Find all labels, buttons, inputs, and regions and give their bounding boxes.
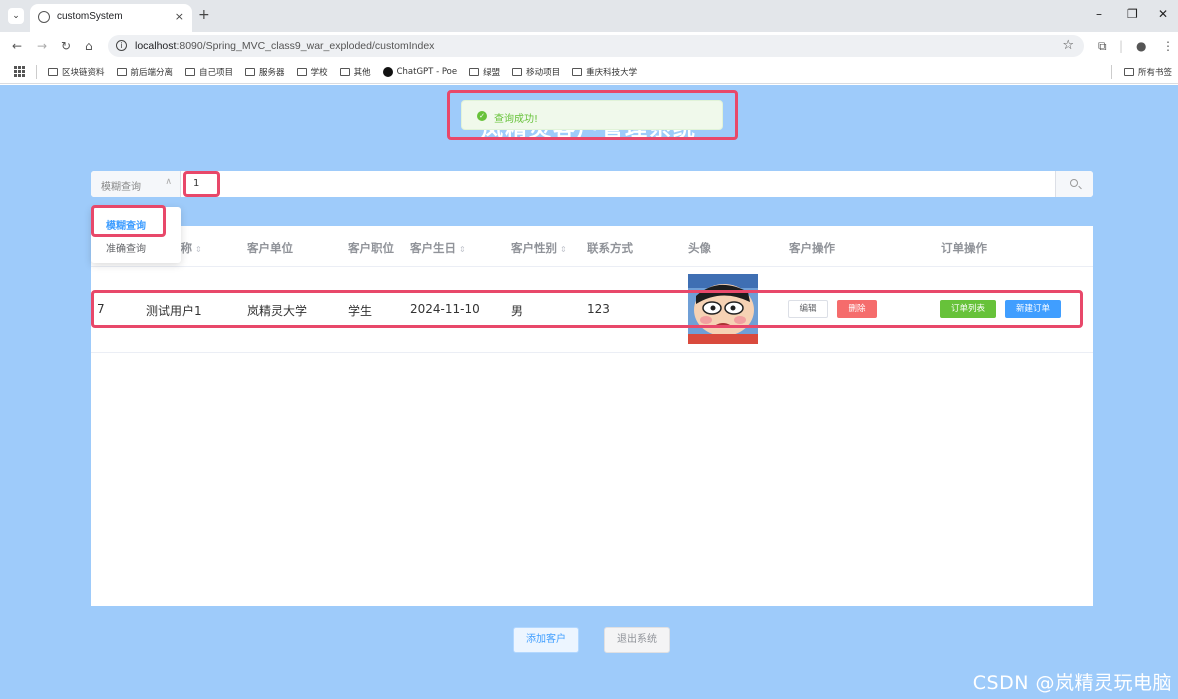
menu-dots-icon[interactable]: ⋮: [1162, 39, 1174, 53]
bookmark-star-icon[interactable]: ☆: [1062, 38, 1074, 53]
column-header-customer-actions: 客户操作: [789, 241, 835, 255]
avatar: [688, 274, 758, 344]
cell-birthday: 2024-11-10: [410, 302, 480, 316]
new-order-button[interactable]: 新建订单: [1005, 300, 1061, 318]
row-divider: [91, 352, 1093, 353]
chatgpt-icon: [382, 67, 393, 77]
header-divider: [91, 266, 1093, 267]
cell-phone: 123: [587, 302, 610, 316]
check-circle-icon: ✓: [477, 111, 487, 121]
folder-icon: [469, 68, 480, 76]
edit-button[interactable]: 编辑: [788, 300, 828, 318]
folder-icon: [1123, 68, 1134, 76]
search-icon: [1070, 179, 1078, 187]
folder-icon: [245, 68, 256, 76]
folder-icon: [116, 68, 127, 76]
sort-icon: ⇕: [560, 245, 567, 254]
new-tab-button[interactable]: +: [198, 8, 210, 22]
column-header-birthday[interactable]: 客户生日 ⇕: [410, 240, 466, 256]
watermark: CSDN @岚精灵玩电脑: [972, 672, 1172, 694]
bookmark-item[interactable]: 移动项目: [512, 66, 560, 78]
page-viewport: 岚精灵客户管理系统 ✓ 查询成功! 模糊查询 ∧ 1 客户名称⇕ 客户单位 客户…: [0, 85, 1178, 699]
exit-system-button[interactable]: 退出系统: [604, 627, 670, 653]
delete-button[interactable]: 删除: [837, 300, 877, 318]
column-header-order-actions: 订单操作: [941, 241, 987, 255]
column-header-gender[interactable]: 客户性别 ⇕: [511, 240, 567, 256]
bookmarks-divider: [36, 65, 37, 79]
bookmark-item[interactable]: 自己项目: [185, 66, 233, 78]
folder-icon: [296, 68, 307, 76]
bookmark-item[interactable]: 前后端分离: [116, 66, 173, 78]
browser-toolbar: ← → ↻ ⌂ i localhost:8090/Spring_MVC_clas…: [0, 32, 1178, 60]
all-bookmarks-button[interactable]: 所有书签: [1123, 66, 1172, 78]
cell-position: 学生: [348, 304, 373, 318]
bookmarks-bar: 区块链资料 前后端分离 自己项目 服务器 学校 其他 ChatGPT - Poe…: [0, 60, 1178, 84]
column-header-position: 客户职位: [348, 241, 394, 255]
toolbar-divider: |: [1119, 39, 1124, 53]
bookmark-item[interactable]: 重庆科技大学: [572, 66, 637, 78]
bookmark-item[interactable]: ChatGPT - Poe: [382, 66, 457, 78]
cell-name: 测试用户1: [146, 304, 202, 318]
search-mode-select[interactable]: 模糊查询 ∧: [91, 171, 181, 197]
site-info-icon[interactable]: i: [116, 40, 127, 51]
column-header-phone: 联系方式: [587, 241, 633, 255]
search-bar: 模糊查询 ∧ 1: [91, 171, 1093, 197]
bookmark-item[interactable]: 其他: [339, 66, 371, 78]
folder-icon: [185, 68, 196, 76]
search-button[interactable]: [1055, 171, 1093, 197]
search-mode-dropdown: 模糊查询 准确查询: [91, 207, 181, 263]
forward-arrow-icon[interactable]: →: [37, 39, 47, 53]
cell-gender: 男: [511, 304, 524, 318]
bookmark-item[interactable]: 绿盟: [469, 66, 500, 78]
tab-title: customSystem: [57, 11, 123, 22]
sort-icon: ⇕: [195, 245, 202, 254]
globe-icon: [38, 11, 50, 23]
bookmark-list: 区块链资料 前后端分离 自己项目 服务器 学校 其他 ChatGPT - Poe…: [48, 66, 637, 78]
address-bar[interactable]: i localhost:8090/Spring_MVC_class9_war_e…: [108, 35, 1084, 57]
dropdown-option-exact[interactable]: 准确查询: [106, 240, 146, 255]
search-input[interactable]: 1: [193, 178, 199, 189]
apps-grid-icon[interactable]: [14, 66, 25, 77]
close-window-button[interactable]: ✕: [1158, 7, 1168, 21]
search-mode-value: 模糊查询: [101, 182, 141, 193]
minimize-button[interactable]: –: [1096, 7, 1102, 21]
cell-id: 7: [97, 302, 105, 316]
tab-close-icon[interactable]: ×: [175, 10, 184, 23]
restore-button[interactable]: ❐: [1127, 7, 1138, 21]
bookmark-item[interactable]: 服务器: [245, 66, 285, 78]
column-header-unit: 客户单位: [247, 241, 293, 255]
tab-search-button[interactable]: ⌄: [8, 8, 24, 24]
cell-unit: 岚精灵大学: [247, 304, 308, 318]
column-header-avatar: 头像: [688, 241, 711, 255]
sort-icon: ⇕: [459, 245, 466, 254]
tab-bar: ⌄ customSystem × + – ❐ ✕: [0, 0, 1178, 32]
browser-tab[interactable]: customSystem ×: [30, 4, 192, 32]
toast-message: 查询成功!: [494, 114, 539, 125]
url-text[interactable]: localhost:8090/Spring_MVC_class9_war_exp…: [135, 40, 434, 52]
back-arrow-icon[interactable]: ←: [12, 39, 22, 53]
customer-table: 客户名称⇕ 客户单位 客户职位 客户生日⇕ 客户性别⇕ 联系方式 头像 客户操作…: [91, 226, 1093, 606]
bookmark-item[interactable]: 学校: [296, 66, 328, 78]
success-toast: ✓ 查询成功!: [461, 100, 723, 130]
reload-icon[interactable]: ↻: [61, 39, 71, 53]
folder-icon: [512, 68, 523, 76]
extensions-icon[interactable]: ⧉: [1098, 39, 1107, 53]
folder-icon: [48, 68, 58, 76]
folder-icon: [572, 68, 583, 76]
bookmark-item[interactable]: 区块链资料: [48, 66, 105, 78]
profile-icon[interactable]: ●: [1136, 39, 1146, 53]
bookmarks-divider: [1111, 65, 1112, 79]
cartoon-avatar-image: [688, 274, 758, 344]
home-icon[interactable]: ⌂: [85, 39, 93, 53]
order-list-button[interactable]: 订单列表: [940, 300, 996, 318]
dropdown-option-fuzzy[interactable]: 模糊查询: [106, 217, 146, 232]
folder-icon: [339, 68, 350, 76]
add-customer-button[interactable]: 添加客户: [513, 627, 579, 653]
chevron-up-icon: ∧: [165, 177, 172, 187]
